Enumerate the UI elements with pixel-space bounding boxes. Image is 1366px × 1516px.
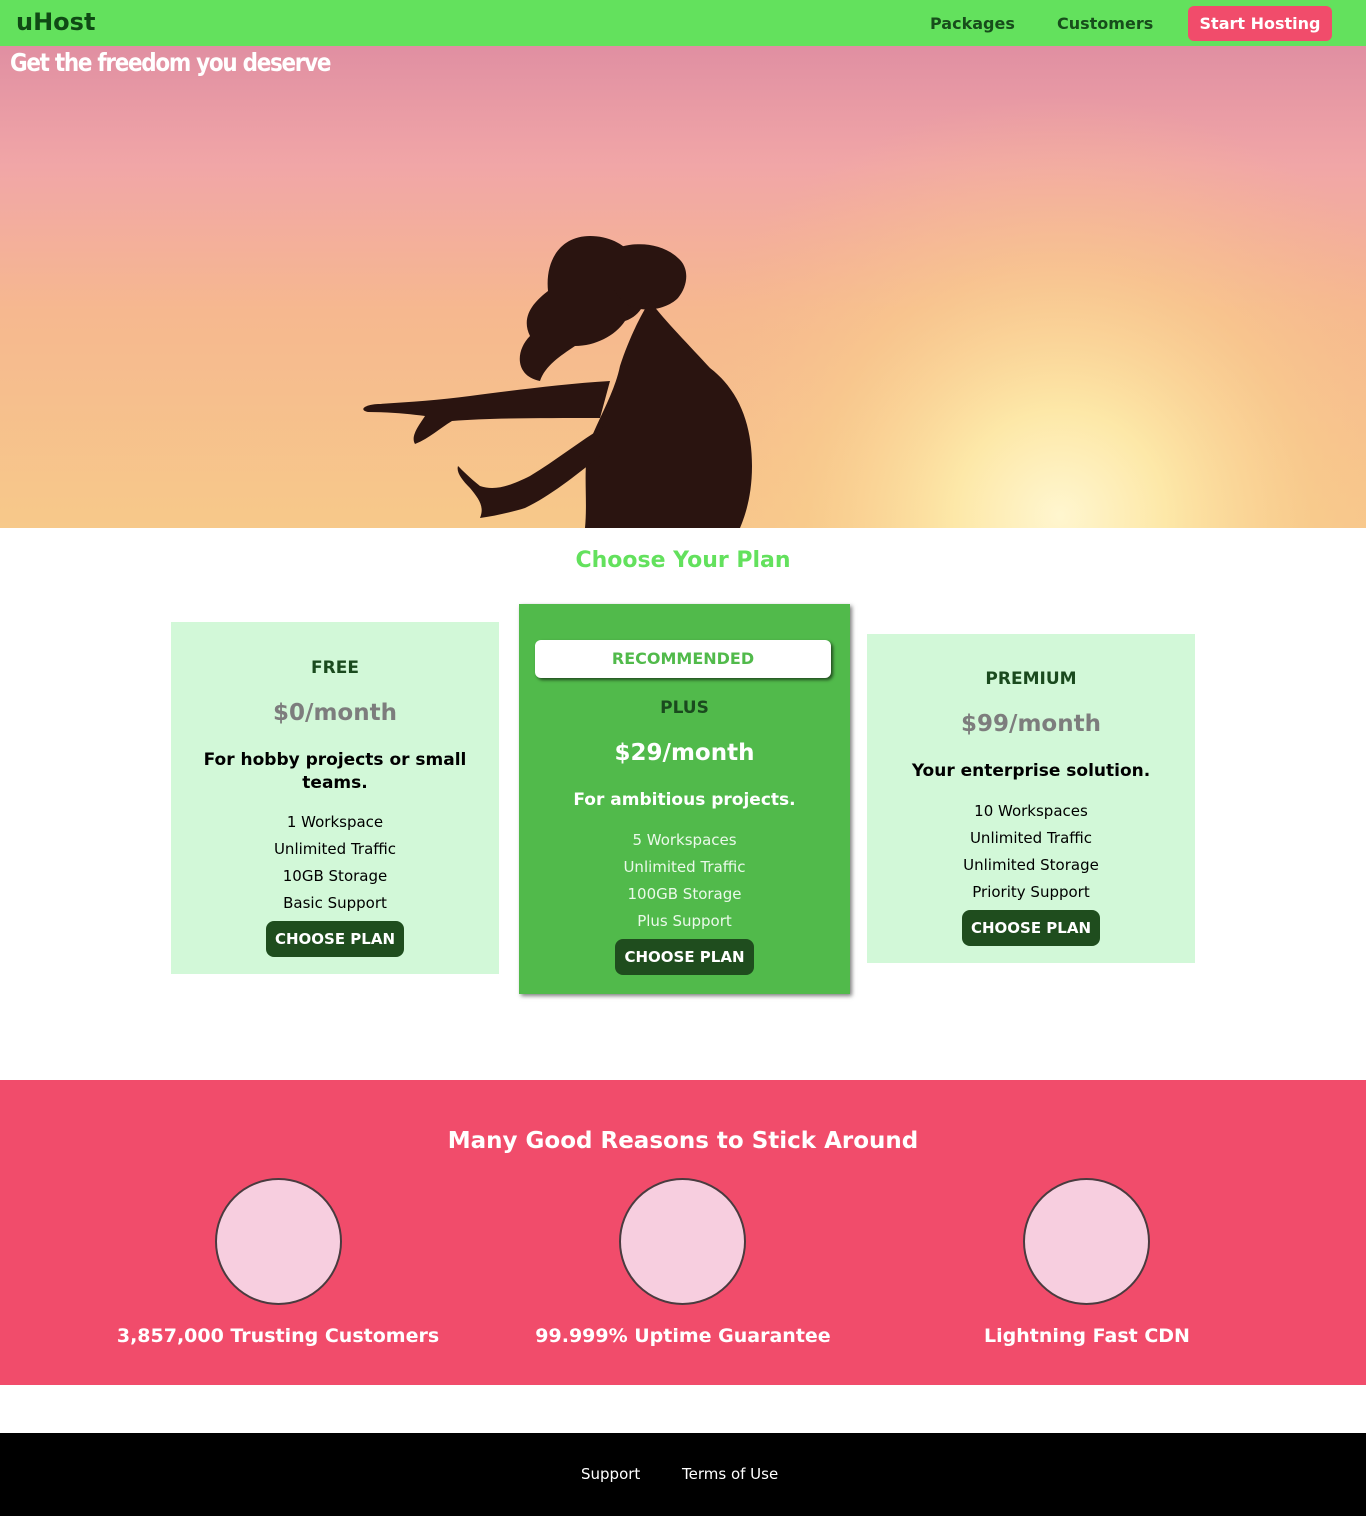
- hero-section: Get the freedom you deserve: [0, 46, 1366, 528]
- plan-price: $29/month: [614, 740, 755, 766]
- footer: Support Terms of Use: [0, 1433, 1366, 1516]
- plan-card-plus: RECOMMENDED PLUS $29/month For ambitious…: [519, 604, 850, 994]
- plan-feature: 1 Workspace: [286, 813, 384, 831]
- choose-plan-button-plus[interactable]: CHOOSE PLAN: [615, 939, 754, 975]
- choose-plan-button-free[interactable]: CHOOSE PLAN: [265, 921, 405, 957]
- choose-plan-button-premium[interactable]: CHOOSE PLAN: [961, 910, 1101, 946]
- plan-name: PLUS: [660, 698, 709, 718]
- plan-feature: Plus Support: [637, 912, 732, 930]
- plan-name: PREMIUM: [985, 669, 1077, 689]
- plan-summary: Your enterprise solution.: [911, 761, 1151, 781]
- reason-image-placeholder: [619, 1178, 746, 1305]
- reasons-section: Many Good Reasons to Stick Around 3,857,…: [0, 1080, 1366, 1385]
- plan-feature: Unlimited Traffic: [969, 829, 1093, 847]
- nav-link-packages[interactable]: Packages: [930, 14, 1015, 33]
- nav-link-customers[interactable]: Customers: [1057, 14, 1153, 33]
- plan-feature: 5 Workspaces: [632, 831, 737, 849]
- plan-feature: Priority Support: [972, 883, 1090, 901]
- recommended-badge: RECOMMENDED: [535, 640, 831, 678]
- reason-label: 3,857,000 Trusting Customers: [116, 1325, 440, 1347]
- brand-logo-link[interactable]: uHost: [16, 8, 95, 36]
- reason-label: 99.999% Uptime Guarantee: [535, 1325, 831, 1347]
- plan-feature: Unlimited Traffic: [273, 840, 397, 858]
- plan-feature: 100GB Storage: [627, 885, 742, 903]
- plan-feature: Unlimited Traffic: [623, 858, 746, 876]
- plan-feature: 10GB Storage: [282, 867, 388, 885]
- plan-name: FREE: [311, 658, 359, 678]
- plan-feature: Unlimited Storage: [963, 856, 1099, 874]
- plan-price: $99/month: [961, 711, 1101, 737]
- reason-label: Lightning Fast CDN: [984, 1325, 1190, 1347]
- plan-feature-list: 10 Workspaces Unlimited Traffic Unlimite…: [867, 798, 1195, 906]
- plan-price: $0/month: [273, 700, 397, 726]
- footer-link-support[interactable]: Support: [581, 1465, 640, 1483]
- plan-feature-list: 5 Workspaces Unlimited Traffic 100GB Sto…: [519, 827, 850, 935]
- reason-image-placeholder: [215, 1178, 342, 1305]
- start-hosting-button[interactable]: Start Hosting: [1188, 6, 1332, 41]
- plan-card-free: FREE $0/month For hobby projects or smal…: [171, 622, 499, 974]
- plan-feature-list: 1 Workspace Unlimited Traffic 10GB Stora…: [171, 809, 499, 917]
- hero-title: Get the freedom you deserve: [10, 48, 331, 77]
- plan-summary: For hobby projects or small teams.: [203, 750, 467, 793]
- plan-summary: For ambitious projects.: [573, 790, 796, 810]
- plan-feature: 10 Workspaces: [974, 802, 1088, 820]
- plans-section-title: Choose Your Plan: [575, 548, 791, 573]
- reason-image-placeholder: [1023, 1178, 1150, 1305]
- reasons-title: Many Good Reasons to Stick Around: [447, 1128, 919, 1154]
- hero-sunset-silhouette-image: [0, 46, 1366, 528]
- footer-link-terms-of-use[interactable]: Terms of Use: [682, 1465, 778, 1483]
- top-navigation-bar: uHost Packages Customers Start Hosting: [0, 0, 1366, 46]
- plan-feature: Basic Support: [283, 894, 387, 912]
- plan-card-premium: PREMIUM $99/month Your enterprise soluti…: [867, 634, 1195, 963]
